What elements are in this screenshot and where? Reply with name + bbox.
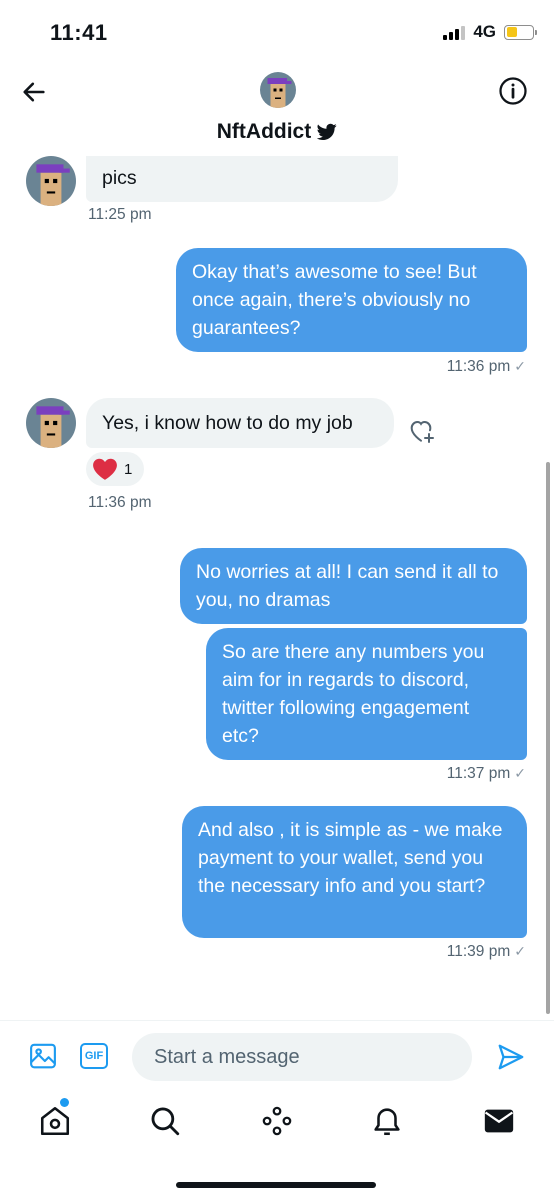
info-icon[interactable] [498,76,528,106]
message-text: pics [102,167,137,189]
battery-icon [504,24,537,40]
back-arrow-icon[interactable] [20,78,48,106]
username: NftAddict [216,120,312,143]
reaction-count: 1 [124,460,133,478]
message-text: So are there any numbers you aim for in … [222,641,485,747]
message-bubble-incoming[interactable]: Yes, i know how to do my job [86,398,394,448]
message-timestamp: 11:37 pm [446,765,511,782]
notifications-icon[interactable] [370,1104,404,1138]
compose-bar: GIF [0,1020,554,1090]
seen-check-icon: ✓ [514,765,526,781]
search-icon[interactable] [148,1104,182,1138]
message-bubble-outgoing[interactable]: So are there any numbers you aim for in … [206,628,527,760]
message-reaction[interactable]: 1 [86,452,144,486]
message-text: No worries at all! I can send it all to … [196,561,499,611]
message-input[interactable] [132,1033,472,1081]
scrollbar[interactable] [546,462,550,1014]
punk-avatar-icon [260,72,296,108]
header-avatar[interactable] [260,72,296,108]
network-type: 4G [473,22,496,41]
sender-avatar[interactable] [26,398,76,448]
message-timestamp: 11:36 pm [446,358,511,375]
message-bubble-outgoing[interactable]: Okay that’s awesome to see! But once aga… [176,248,527,352]
message-bubble-outgoing[interactable]: And also , it is simple as - we make pay… [182,806,527,938]
conversation-header: NftAddict [0,64,554,156]
seen-check-icon: ✓ [514,358,526,374]
messages-icon[interactable] [482,1104,516,1138]
message-timestamp: 11:39 pm [446,943,511,960]
signal-icon [443,24,466,40]
gif-label: GIF [84,1050,104,1062]
punk-avatar-icon [26,156,76,206]
bottom-navigation [0,1090,554,1200]
status-indicators: 4G [443,22,537,42]
send-icon[interactable] [496,1042,526,1072]
message-bubble-outgoing[interactable]: No worries at all! I can send it all to … [180,548,527,624]
message-status: 11:39 pm ✓ [447,943,526,961]
status-bar: 11:41 4G [0,0,554,64]
message-text: And also , it is simple as - we make pay… [198,819,503,897]
twitter-bird-icon [317,123,337,140]
home-indicator [176,1182,376,1188]
message-text: Yes, i know how to do my job [102,412,353,434]
punk-avatar-icon [26,398,76,448]
seen-check-icon: ✓ [514,943,526,959]
message-timestamp: 11:36 pm [88,494,152,511]
heart-emoji-icon [93,458,117,480]
gif-button[interactable]: GIF [80,1043,108,1069]
sender-avatar[interactable] [26,156,76,206]
home-icon[interactable] [38,1104,72,1138]
message-timestamp: 11:25 pm [88,206,152,223]
add-reaction-icon[interactable] [405,414,437,446]
spaces-icon[interactable] [260,1104,294,1138]
message-text: Okay that’s awesome to see! But once aga… [192,261,477,339]
message-status: 11:36 pm ✓ [447,358,526,376]
image-icon[interactable] [28,1041,58,1071]
status-time: 11:41 [50,20,108,45]
unread-dot [60,1098,69,1107]
message-status: 11:37 pm ✓ [447,765,526,783]
conversation-title[interactable]: NftAddict [0,120,554,144]
